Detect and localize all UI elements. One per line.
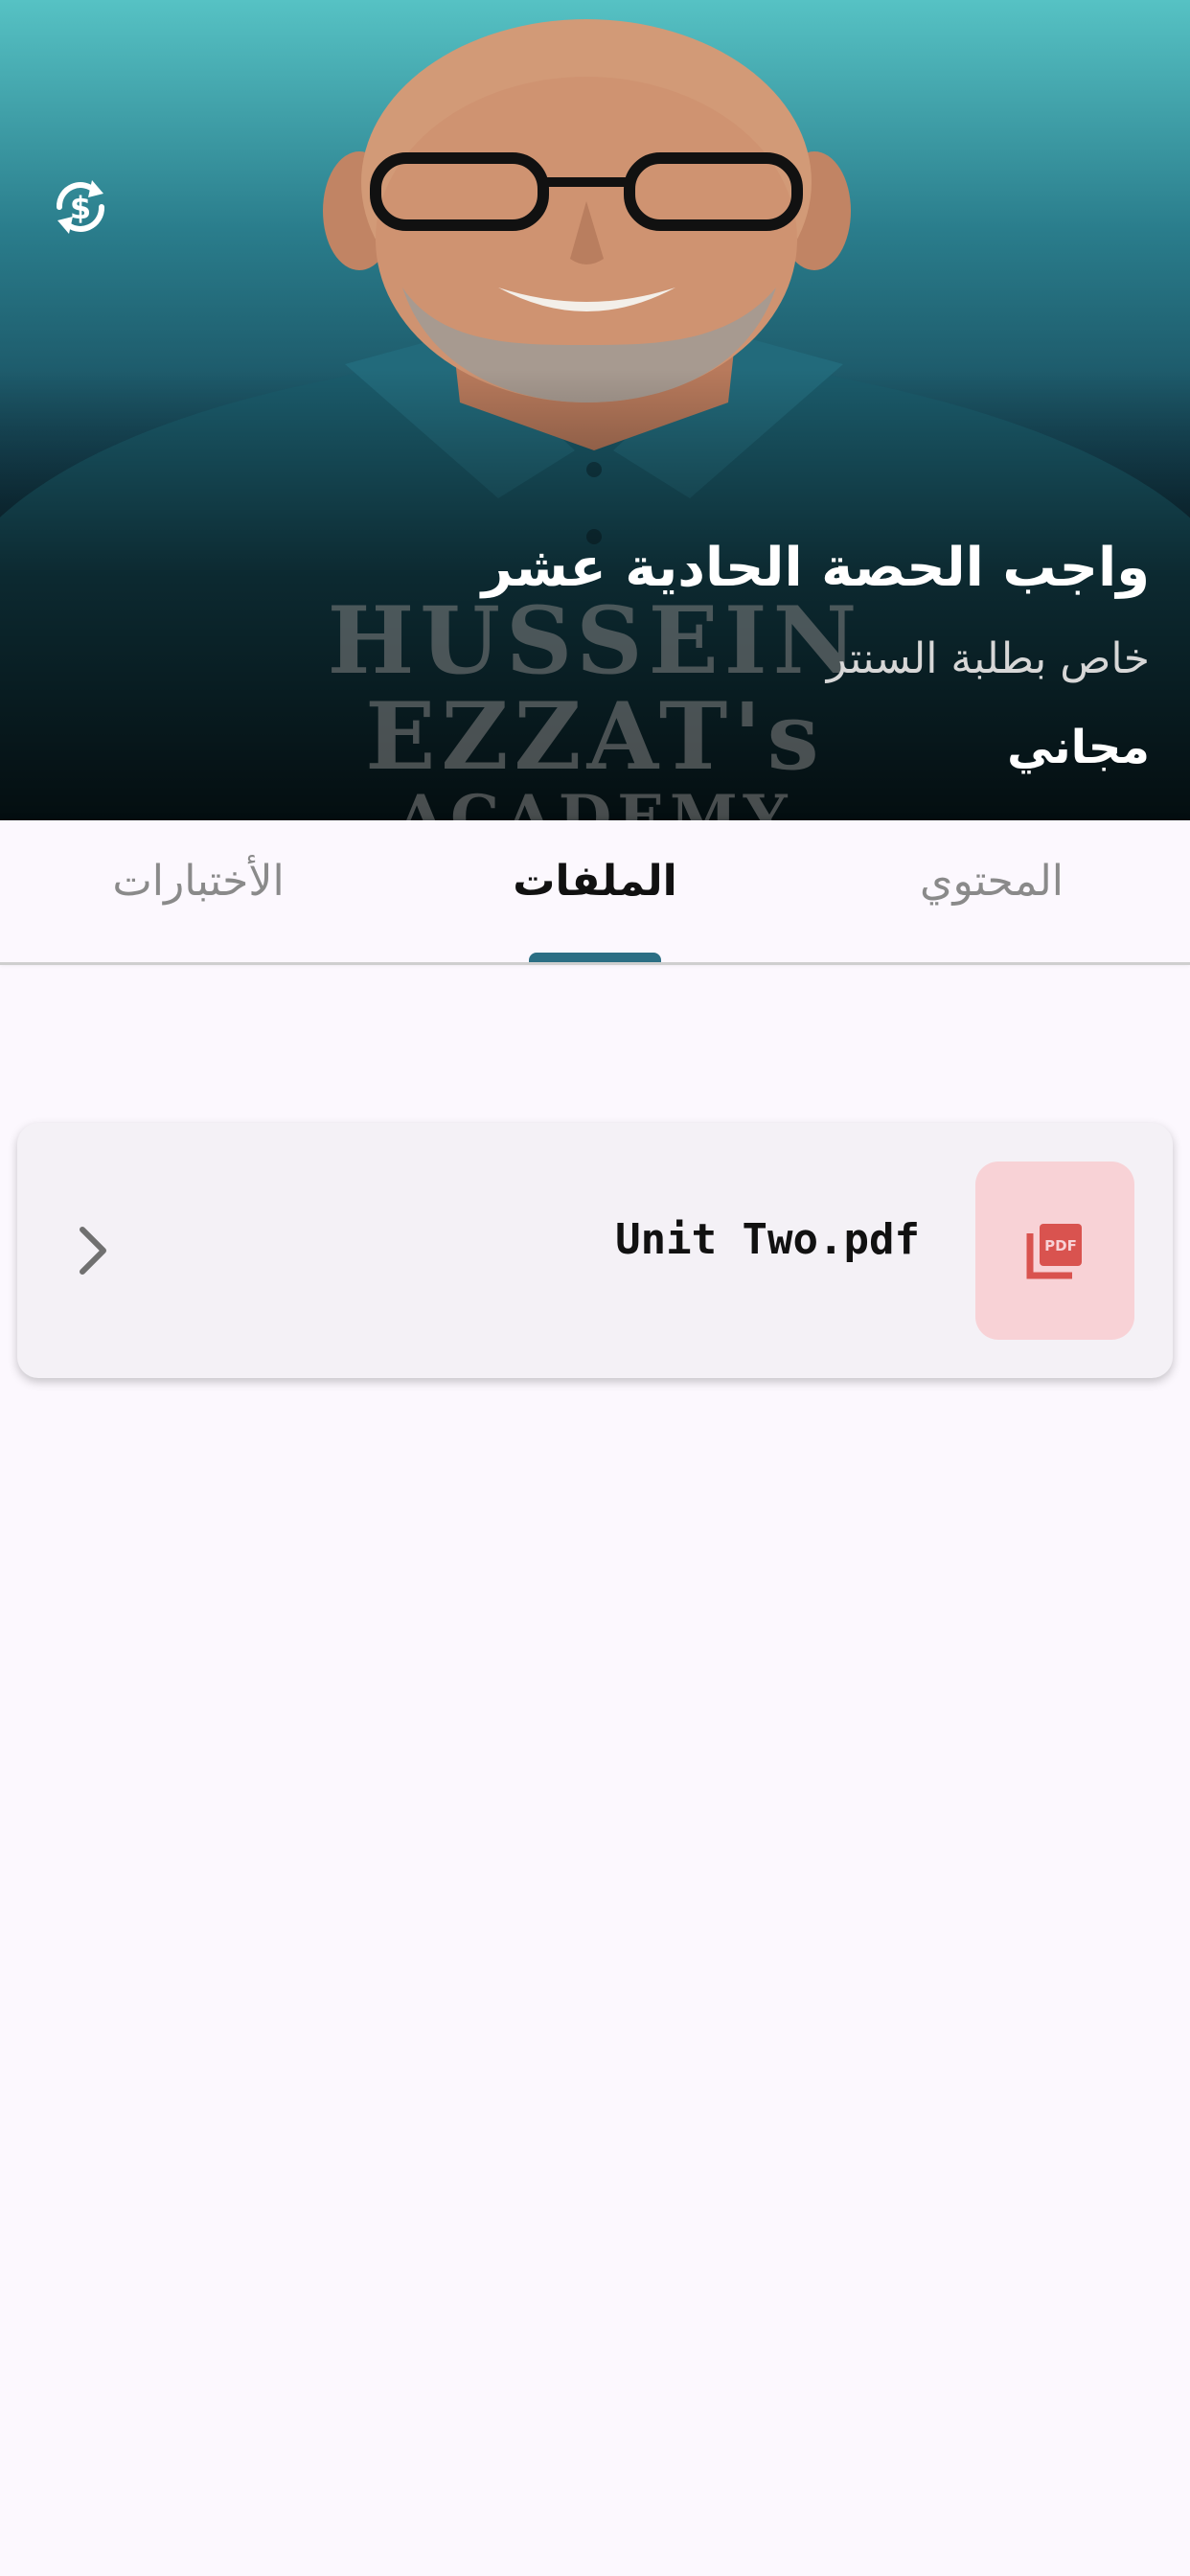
lesson-header: HUSSEIN EZZAT's ACADEMY $ واجب الحصة الح… (0, 0, 1190, 820)
pdf-icon: PDF (1026, 1224, 1082, 1279)
currency-exchange-button[interactable]: $ (42, 169, 119, 245)
pdf-tile: PDF (975, 1162, 1134, 1340)
tab-bar: المحتوي الملفات الأختبارات (0, 820, 1190, 965)
watermark-line3: ACADEMY (397, 782, 793, 820)
svg-text:$: $ (70, 190, 91, 226)
currency-exchange-icon: $ (57, 180, 104, 234)
tab-content[interactable]: المحتوي (848, 857, 1135, 906)
lesson-price: مجاني (1007, 721, 1150, 774)
active-tab-indicator (529, 953, 661, 962)
lesson-subtitle: خاص بطلبة السنتر (826, 634, 1150, 683)
tab-files[interactable]: الملفات (451, 857, 739, 906)
file-name: Unit Two.pdf (615, 1215, 920, 1264)
chevron-right-icon[interactable] (65, 1219, 123, 1282)
lesson-title: واجب الحصة الحادية عشر (481, 537, 1150, 599)
svg-text:PDF: PDF (1044, 1237, 1077, 1254)
tab-exams[interactable]: الأختبارات (55, 857, 342, 906)
file-card[interactable]: PDF Unit Two.pdf (17, 1123, 1173, 1378)
